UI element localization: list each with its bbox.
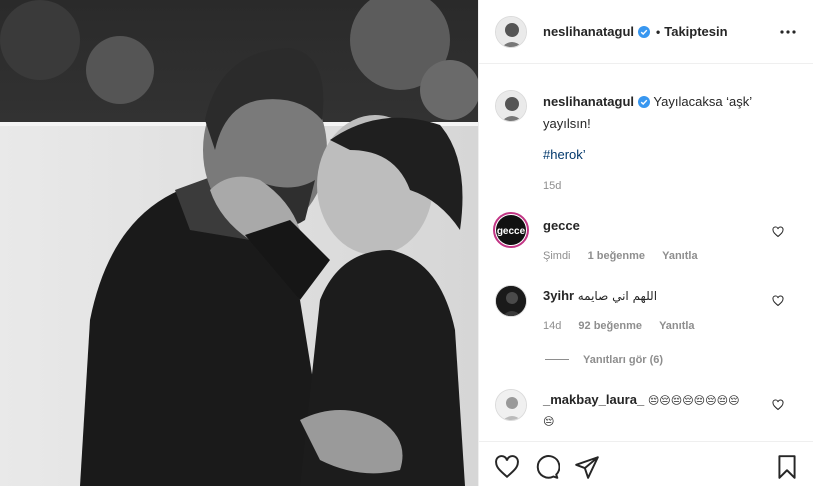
bookmark-icon[interactable]: [774, 454, 800, 480]
comment-body: _makbay_laura_ 😔😔😔😔😔😔😔😔 😔: [543, 390, 758, 432]
more-options-icon[interactable]: [778, 24, 798, 40]
comment-text: اللهم اني صايمه: [577, 289, 658, 303]
gecce-logo-text: gecce: [497, 226, 526, 237]
comment-avatar-image: [496, 390, 526, 420]
verified-badge-icon: [638, 26, 651, 41]
caption-username[interactable]: neslihanatagul: [543, 94, 634, 109]
comment-icon[interactable]: [534, 454, 561, 480]
comment-like-icon[interactable]: [772, 399, 784, 411]
comment-body: gecce: [543, 216, 580, 236]
verified-badge-icon: [638, 94, 651, 114]
comment-meta: 14d 92 beğenme Yanıtla: [543, 320, 695, 332]
author-username[interactable]: neslihanatagul: [543, 24, 634, 39]
caption-line-2: yayılsın!: [543, 116, 591, 131]
caption-avatar-image: [496, 91, 526, 121]
comment-username[interactable]: gecce: [543, 218, 580, 233]
comment-text-line-2: 😔: [543, 415, 555, 428]
caption-hashtag-line: #herok’: [543, 145, 586, 165]
comment-like-icon[interactable]: [772, 295, 784, 307]
comment-avatar-image: [496, 286, 526, 316]
view-replies-line: [545, 359, 569, 361]
comment-username[interactable]: 3yihr: [543, 288, 574, 303]
author-avatar-image: [496, 17, 526, 47]
hashtag-link[interactable]: #herok: [543, 147, 583, 162]
comment-time[interactable]: Şimdi: [543, 250, 571, 262]
comment-avatar[interactable]: [495, 389, 527, 421]
comment-avatar[interactable]: [495, 285, 527, 317]
gecce-logo-icon: gecce: [496, 215, 526, 245]
caption-author-avatar[interactable]: [495, 90, 527, 122]
author-avatar[interactable]: [495, 16, 527, 48]
view-replies-button[interactable]: Yanıtları gör (6): [545, 352, 663, 366]
post-header-line: neslihanatagul • Takiptesin: [543, 24, 728, 41]
comment-likes[interactable]: 1 beğenme: [588, 250, 645, 262]
view-replies-label: Yanıtları gör (6): [583, 354, 664, 366]
comment-username[interactable]: _makbay_laura_: [543, 392, 644, 407]
post-header: neslihanatagul • Takiptesin: [479, 0, 813, 64]
caption-body: neslihanatagul Yayılacaksa ‘aşk’ yayılsı…: [543, 92, 798, 134]
post-photo-image: [0, 0, 478, 486]
comment-like-icon[interactable]: [772, 226, 784, 238]
comment-reply-button[interactable]: Yanıtla: [662, 250, 697, 262]
comment-reply-button[interactable]: Yanıtla: [659, 320, 694, 332]
post-actions-bar: [479, 441, 813, 486]
caption-time: 15d: [543, 180, 562, 192]
caption-line-1: Yayılacaksa ‘aşk’: [653, 94, 753, 109]
comment-text: 😔😔😔😔😔😔😔😔: [647, 394, 740, 407]
post-photo[interactable]: [0, 0, 478, 486]
comment-meta: Şimdi 1 beğenme Yanıtla: [543, 250, 698, 262]
share-icon[interactable]: [574, 454, 600, 480]
comment-avatar[interactable]: gecce: [493, 212, 529, 248]
heart-icon[interactable]: [494, 454, 520, 480]
comment-likes[interactable]: 92 beğenme: [578, 320, 642, 332]
post-side-panel: neslihanatagul • Takiptesin neslihanatagul…: [478, 0, 813, 486]
comment-time[interactable]: 14d: [543, 320, 561, 332]
header-separator: •: [656, 25, 661, 39]
hashtag-suffix: ’: [582, 147, 586, 162]
following-button[interactable]: Takiptesin: [664, 24, 727, 39]
comment-body: 3yihr اللهم اني صايمه: [543, 286, 657, 306]
